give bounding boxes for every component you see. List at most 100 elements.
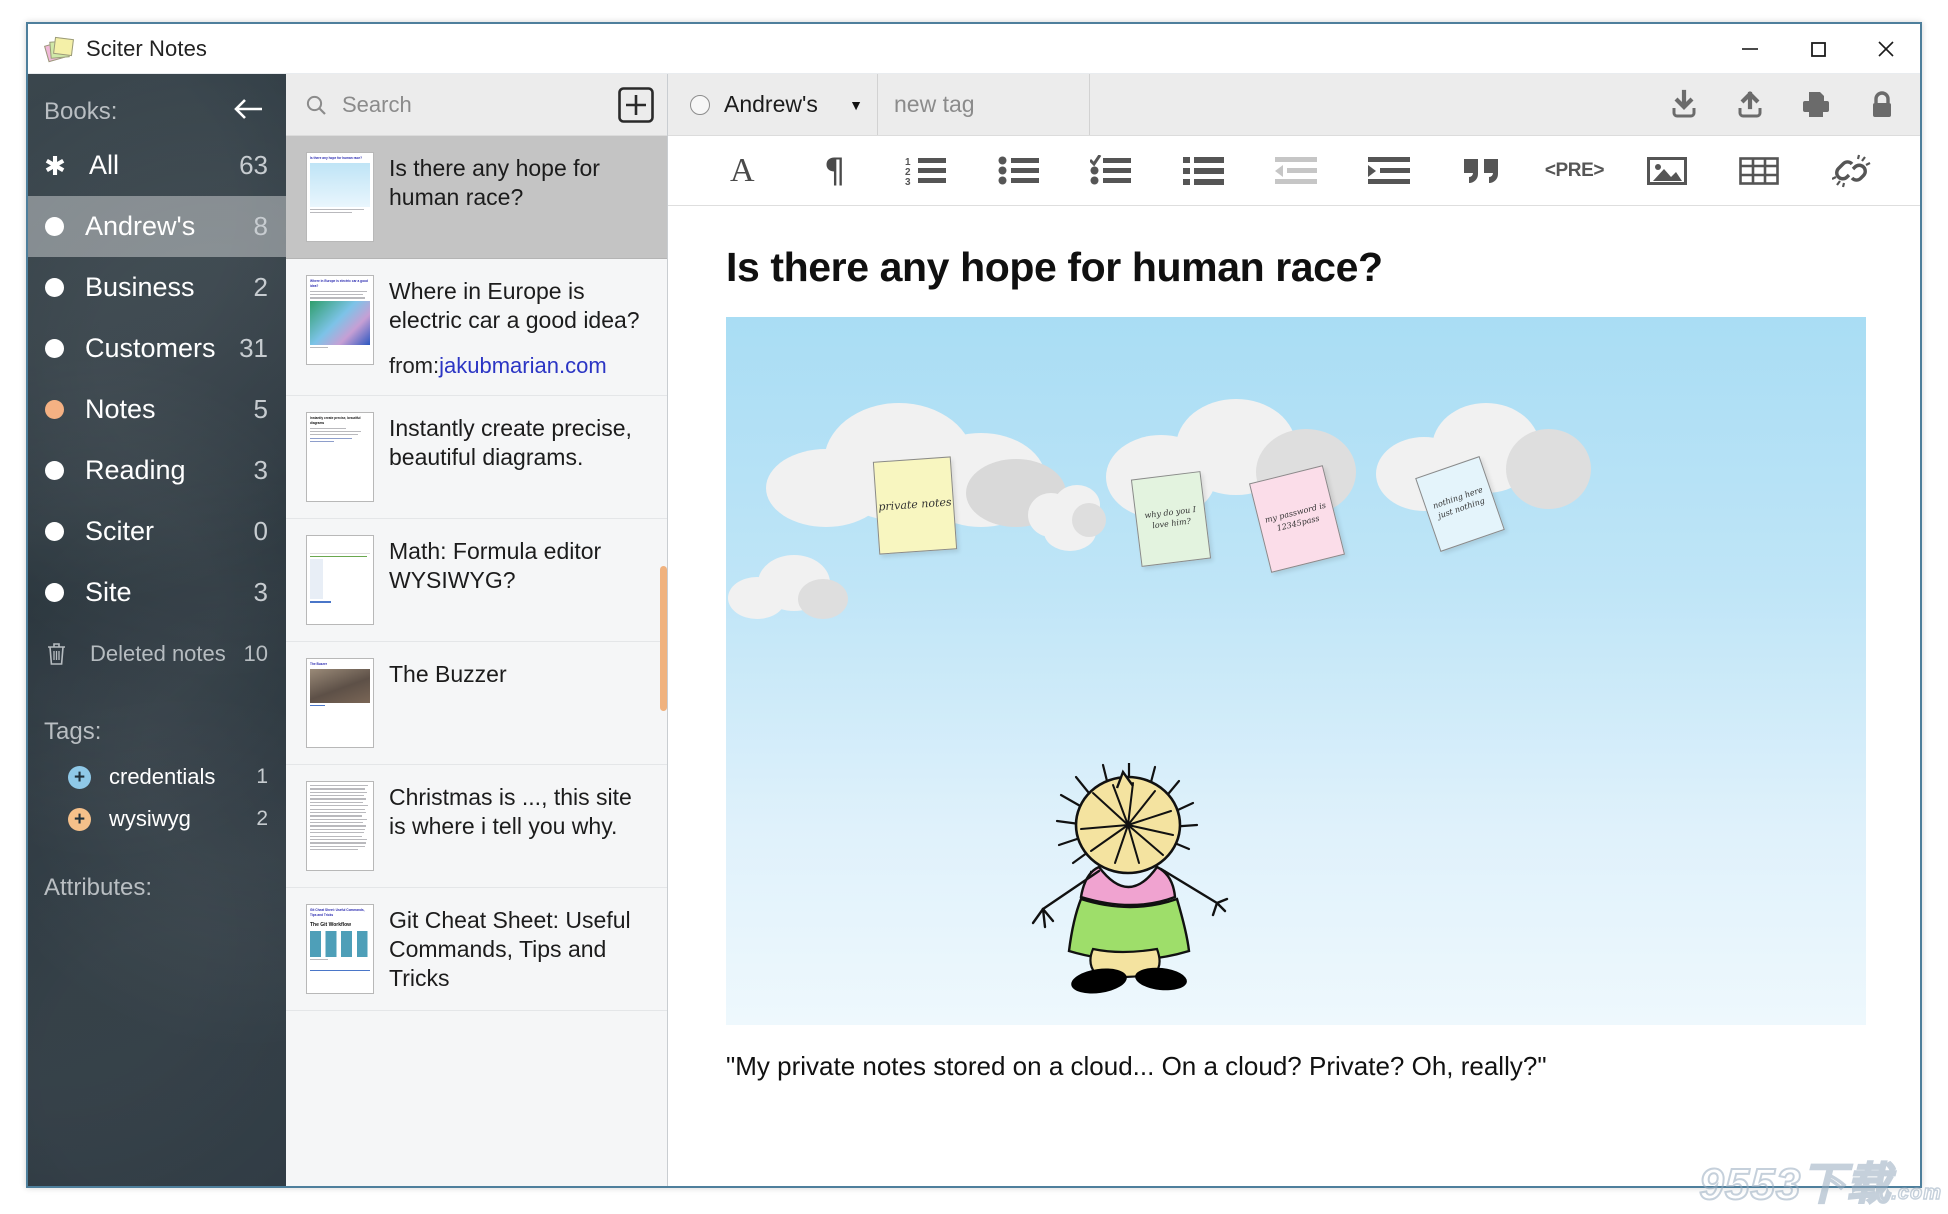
ordered-list-icon: 1 2 3 — [905, 157, 947, 187]
indent-icon — [1367, 156, 1410, 184]
close-icon — [1878, 40, 1894, 57]
note-thumbnail — [306, 780, 374, 871]
outdent-button[interactable] — [1251, 145, 1343, 197]
sidebar-item-label: Business — [85, 272, 195, 302]
sidebar-item-label: Notes — [85, 394, 156, 424]
note-source-link[interactable]: jakubmarian.com — [439, 353, 607, 378]
ordered-list-button[interactable]: 1 2 3 — [881, 145, 973, 197]
blockquote-button[interactable] — [1436, 145, 1528, 197]
import-icon — [1672, 89, 1696, 117]
attributes-heading: Attributes: — [44, 874, 153, 901]
list-item[interactable]: Christmas is ..., this site is where i t… — [286, 764, 667, 888]
sidebar-item-reading[interactable]: Reading 3 — [28, 440, 286, 501]
arrow-left-icon[interactable] — [232, 96, 266, 127]
note-thumbnail: Is there any hope for human race? — [306, 152, 374, 242]
editor-panel: Andrew's ▼ new tag A ¶ 1 2 3 <PRE> Is th… — [668, 74, 1920, 1186]
add-note-button[interactable] — [617, 86, 655, 124]
print-icon — [1803, 91, 1829, 117]
definition-list-button[interactable] — [1158, 145, 1250, 197]
close-button[interactable] — [1852, 24, 1920, 73]
minimize-button[interactable] — [1716, 24, 1784, 73]
checklist-button[interactable] — [1066, 145, 1158, 197]
paragraph-icon: ¶ — [823, 150, 846, 191]
title-bar: Sciter Notes — [28, 24, 1920, 74]
sticky-note: why do you I love him? — [1130, 471, 1212, 567]
preformatted-button[interactable]: <PRE> — [1528, 145, 1620, 197]
plus-circle-icon: + — [68, 807, 91, 831]
export-icon — [1738, 90, 1762, 117]
bullet-list-button[interactable] — [973, 145, 1065, 197]
insert-image-icon — [1646, 156, 1687, 185]
clear-formatting-button[interactable] — [1806, 145, 1898, 197]
maximize-button[interactable] — [1784, 24, 1852, 73]
tag-label: wysiwyg — [109, 806, 191, 831]
blockquote-icon — [1463, 158, 1498, 183]
app-title: Sciter Notes — [86, 35, 208, 61]
dot-icon — [45, 583, 64, 602]
book-select-dropdown[interactable]: Andrew's ▼ — [668, 74, 878, 135]
list-item[interactable]: Where in Europe is electric car a good i… — [286, 259, 667, 396]
tag-item-credentials[interactable]: + credentials 1 — [28, 756, 286, 798]
sidebar-item-label: Customers — [85, 333, 216, 363]
books-header: Books: — [28, 74, 286, 135]
sidebar-item-count: 0 — [253, 516, 268, 546]
note-list-panel: Is there any hope for human race? Is the… — [286, 74, 668, 1186]
dot-icon — [45, 339, 64, 358]
insert-image-button[interactable] — [1621, 145, 1713, 197]
sidebar-item-label: Sciter — [85, 516, 155, 546]
tag-count: 2 — [256, 807, 268, 830]
note-list-scrollbar[interactable] — [660, 566, 667, 711]
list-item[interactable]: Is there any hope for human race? Is the… — [286, 136, 667, 259]
note-title: Math: Formula editor WYSIWYG? — [389, 537, 602, 593]
dot-icon — [45, 400, 64, 419]
insert-table-button[interactable] — [1713, 145, 1805, 197]
sidebar-item-count: 63 — [239, 150, 268, 180]
list-item[interactable]: Git Cheat Sheet: Useful Commands, Tips a… — [286, 887, 667, 1011]
list-item[interactable]: Instantly create precise, beautiful diag… — [286, 395, 667, 519]
list-item[interactable]: The Buzzer The Buzzer — [286, 641, 667, 765]
sidebar-item-business[interactable]: Business 2 — [28, 257, 286, 318]
import-button[interactable] — [1664, 85, 1704, 125]
note-thumbnail: Instantly create precise, beautiful diag… — [306, 411, 374, 502]
page-title: Is there any hope for human race? — [726, 244, 1383, 290]
sidebar-item-count: 3 — [253, 455, 268, 485]
tag-item-wysiwyg[interactable]: + wysiwyg 2 — [28, 798, 286, 840]
sidebar-item-notes[interactable]: Notes 5 — [28, 379, 286, 440]
font-style-button[interactable]: A — [696, 145, 788, 197]
lock-button[interactable] — [1862, 85, 1902, 125]
note-list-scroll-area[interactable]: Is there any hope for human race? Is the… — [286, 136, 667, 1186]
note-document[interactable]: Is there any hope for human race? privat… — [668, 206, 1920, 1186]
export-button[interactable] — [1730, 85, 1770, 125]
sidebar-item-site[interactable]: Site 3 — [28, 562, 286, 623]
sidebar-item-customers[interactable]: Customers 31 — [28, 318, 286, 379]
outdent-icon — [1275, 156, 1318, 184]
sidebar-item-count: 2 — [253, 272, 268, 302]
note-meta-bar: Andrew's ▼ — [668, 74, 1920, 136]
note-title: Christmas is ..., this site is where i t… — [389, 783, 632, 839]
sidebar-item-label: Site — [85, 577, 132, 607]
sidebar-item-label: Andrew's — [85, 211, 196, 241]
sidebar: Books: ✱ All 63 Andrew's 8 Business 2 Cu… — [28, 74, 286, 1186]
sidebar-item-sciter[interactable]: Sciter 0 — [28, 501, 286, 562]
search-input[interactable] — [342, 91, 572, 118]
paragraph-button[interactable]: ¶ — [788, 145, 880, 197]
meta-spacer — [1090, 74, 1664, 135]
definition-list-icon — [1182, 156, 1224, 185]
indent-button[interactable] — [1343, 145, 1435, 197]
sidebar-item-all[interactable]: ✱ All 63 — [28, 135, 286, 196]
sidebar-item-count: 10 — [243, 640, 268, 666]
sticky-note-text: why do you I love him? — [1144, 505, 1197, 531]
sticky-note-text: nothing here just nothing — [1431, 485, 1486, 521]
tag-count: 1 — [256, 765, 268, 788]
sidebar-item-andrews[interactable]: Andrew's 8 — [28, 196, 286, 257]
note-source-label: from: — [389, 352, 440, 378]
list-item[interactable]: Math: Formula editor WYSIWYG? — [286, 518, 667, 642]
sidebar-item-deleted-notes[interactable]: Deleted notes 10 — [28, 623, 286, 684]
tags-heading: Tags: — [44, 718, 102, 745]
clear-formatting-icon — [1831, 154, 1871, 187]
print-button[interactable] — [1796, 85, 1836, 125]
new-tag-input[interactable] — [894, 91, 1073, 118]
note-title: Where in Europe is electric car a good i… — [389, 278, 640, 333]
search-bar — [286, 74, 667, 136]
font-style-icon: A — [729, 151, 755, 189]
